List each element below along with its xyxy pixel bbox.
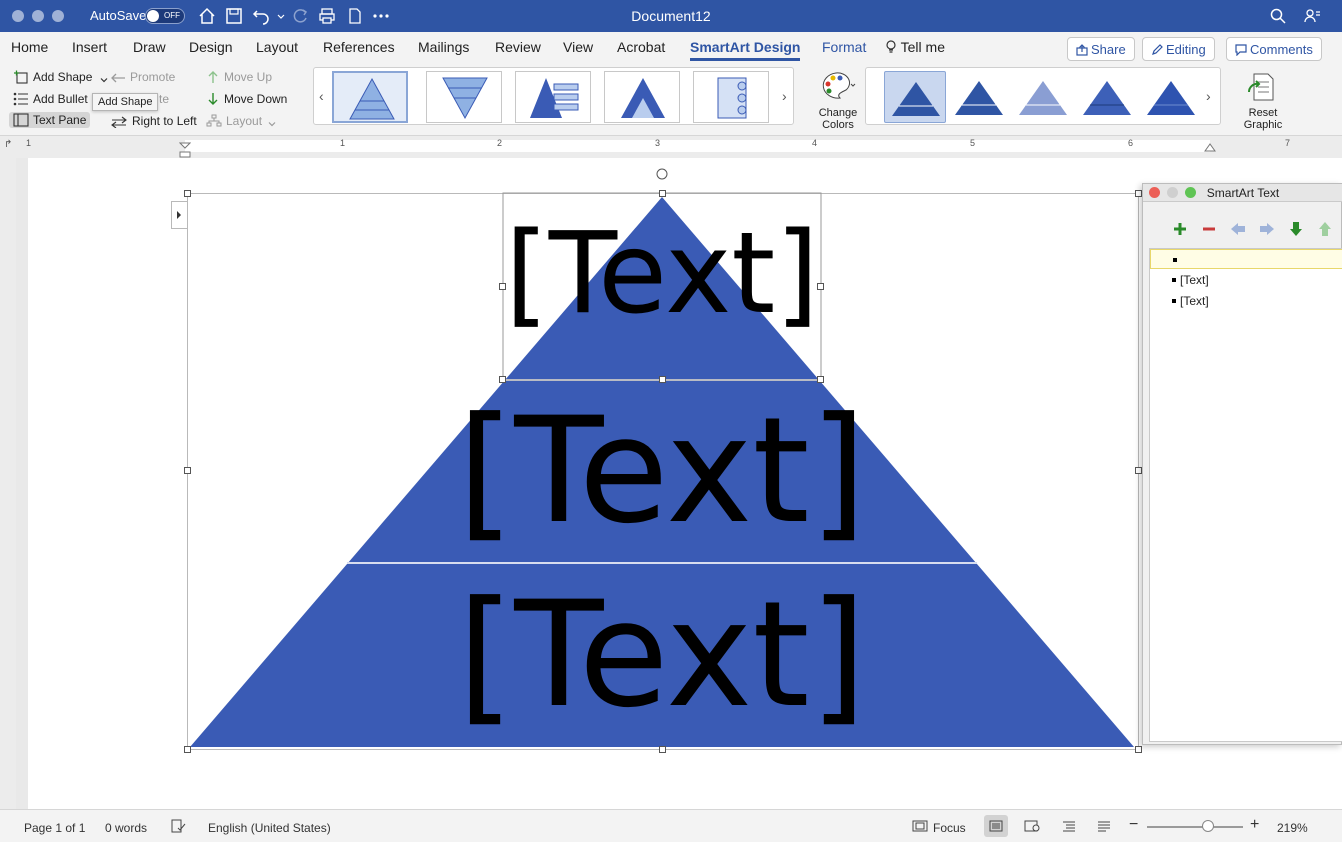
text-pane-toggle[interactable]	[171, 201, 187, 229]
zoom-level[interactable]: 219%	[1277, 821, 1308, 835]
word-count[interactable]: 0 words	[105, 821, 147, 835]
zoom-out-icon[interactable]: −	[1129, 816, 1138, 834]
text-pane-item[interactable]: [Text]	[1150, 270, 1342, 290]
minimize-pane-button[interactable]	[1167, 187, 1178, 198]
text-pane-item[interactable]	[1150, 249, 1342, 269]
pyramid-text-bottom[interactable]: [Text]	[400, 582, 924, 728]
web-layout-icon[interactable]	[1024, 820, 1040, 832]
text-pane-item-text[interactable]: [Text]	[1180, 294, 1209, 308]
bullet-icon	[1172, 278, 1176, 282]
resize-handle[interactable]	[184, 467, 191, 474]
resize-handle[interactable]	[1135, 746, 1142, 753]
smartart-text-pane[interactable]: SmartArt Text [Text] [Text]	[1142, 183, 1342, 745]
proofing-icon[interactable]	[170, 819, 186, 833]
close-pane-button[interactable]	[1149, 187, 1160, 198]
focus-icon	[912, 820, 928, 832]
resize-handle[interactable]	[184, 746, 191, 753]
page-count[interactable]: Page 1 of 1	[24, 821, 85, 835]
arrow-left-icon[interactable]	[1229, 220, 1247, 238]
resize-handle[interactable]	[1135, 467, 1142, 474]
shape-resize-handle[interactable]	[659, 376, 666, 383]
text-pane-item-text[interactable]: [Text]	[1180, 273, 1209, 287]
language[interactable]: English (United States)	[208, 821, 331, 835]
draft-view-icon[interactable]	[1096, 820, 1112, 832]
status-bar: Page 1 of 1 0 words English (United Stat…	[0, 809, 1342, 842]
resize-handle[interactable]	[1135, 190, 1142, 197]
bullet-icon	[1173, 258, 1177, 262]
zoom-slider-thumb[interactable]	[1202, 820, 1214, 832]
resize-handle[interactable]	[659, 746, 666, 753]
arrow-down-icon[interactable]	[1287, 220, 1305, 238]
focus-button[interactable]: Focus	[933, 821, 966, 835]
arrow-right-icon[interactable]	[1258, 220, 1276, 238]
arrow-up-icon[interactable]	[1316, 220, 1334, 238]
shape-resize-handle[interactable]	[499, 283, 506, 290]
shape-resize-handle[interactable]	[817, 283, 824, 290]
outline-view-icon[interactable]	[1061, 820, 1077, 832]
pyramid-text-top[interactable]: [Text]	[503, 218, 821, 330]
pyramid-text-middle[interactable]: [Text]	[400, 398, 924, 544]
zoom-pane-button[interactable]	[1185, 187, 1196, 198]
shape-resize-handle[interactable]	[817, 376, 824, 383]
resize-handle[interactable]	[659, 190, 666, 197]
text-pane-list[interactable]: [Text] [Text]	[1149, 248, 1342, 742]
add-icon[interactable]	[1171, 220, 1189, 238]
zoom-in-icon[interactable]: +	[1250, 816, 1259, 834]
resize-handle[interactable]	[184, 190, 191, 197]
shape-resize-handle[interactable]	[499, 376, 506, 383]
rotate-handle-icon[interactable]	[656, 168, 668, 180]
remove-icon[interactable]	[1200, 220, 1218, 238]
text-pane-item[interactable]: [Text]	[1150, 291, 1342, 311]
bullet-icon	[1172, 299, 1176, 303]
zoom-slider-track[interactable]	[1147, 826, 1243, 828]
chevron-right-icon	[177, 211, 181, 219]
print-layout-icon	[989, 820, 1003, 832]
